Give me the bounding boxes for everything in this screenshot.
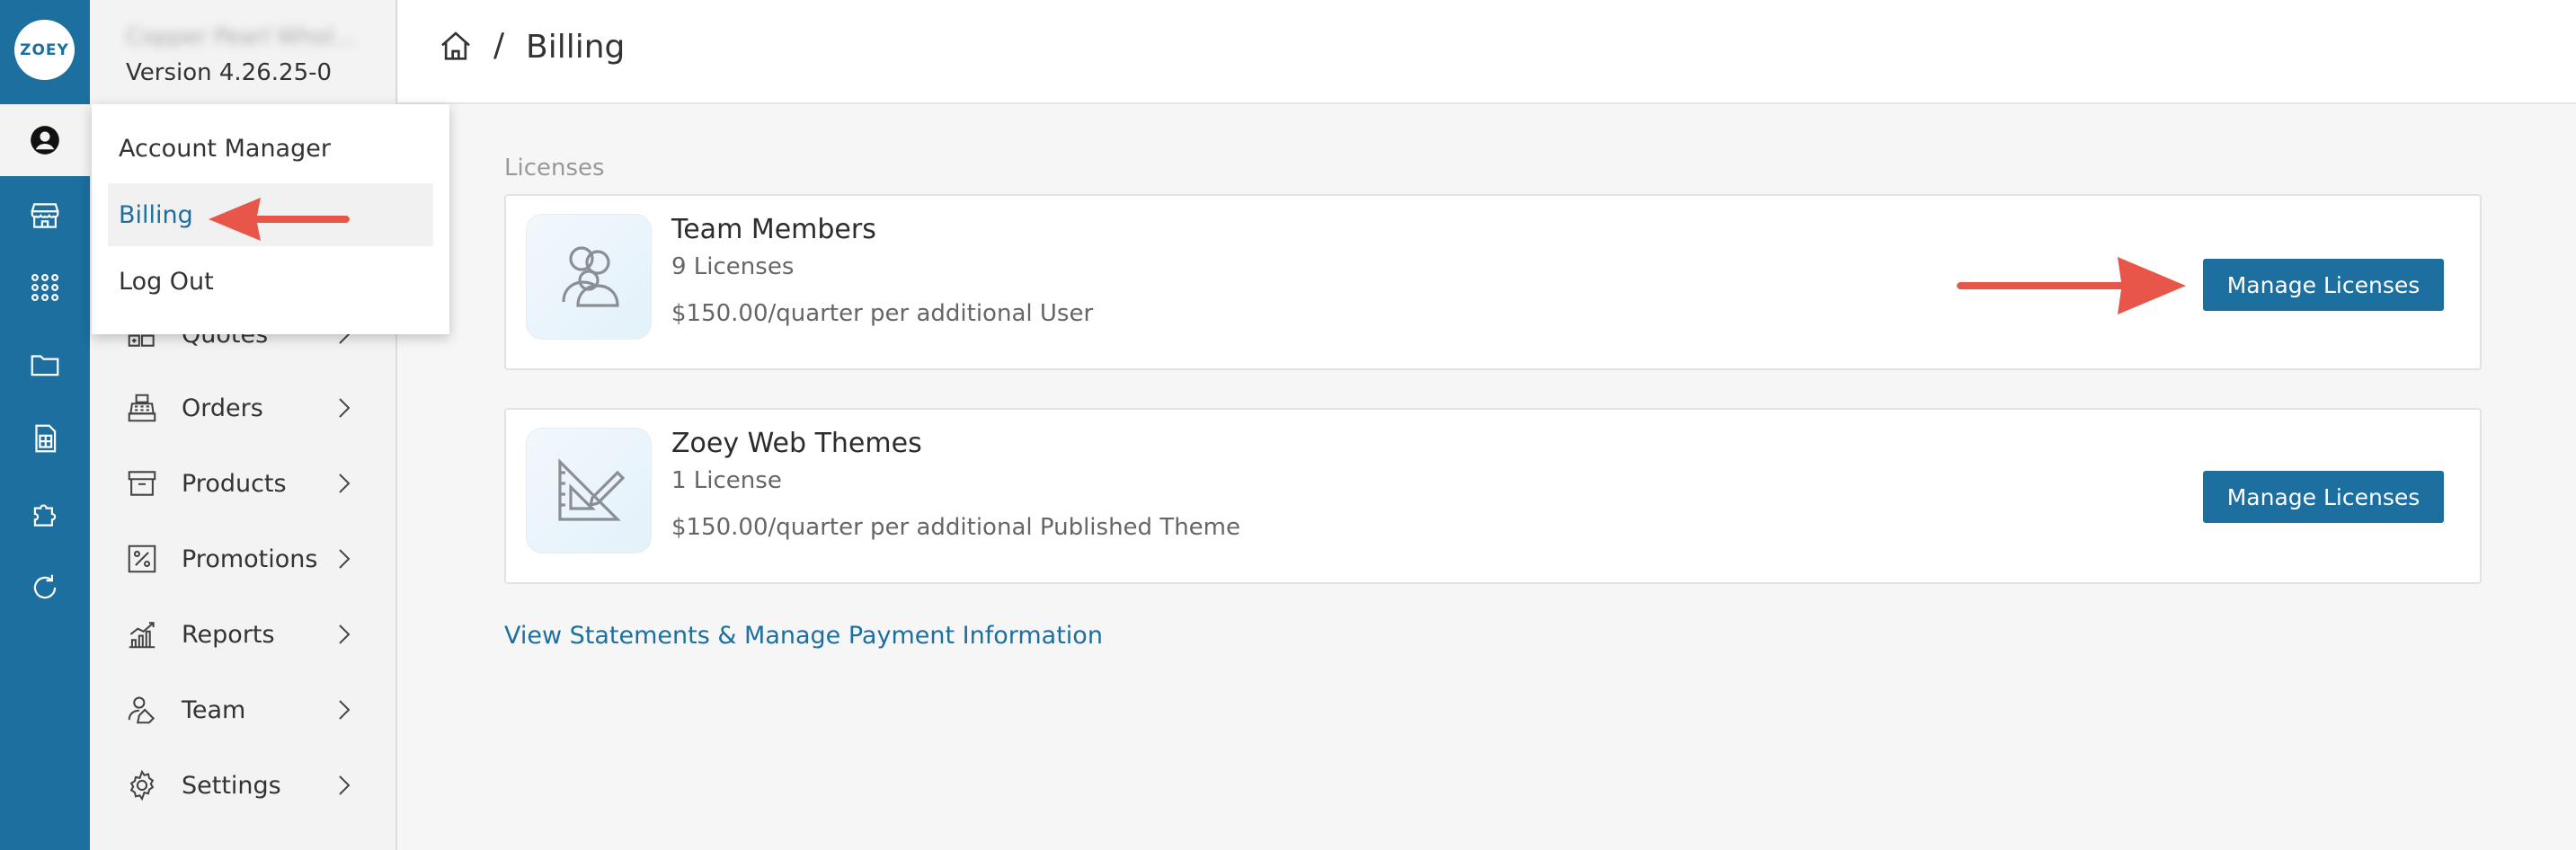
view-statements-link[interactable]: View Statements & Manage Payment Informa…	[504, 622, 1103, 650]
icon-rail: ZOEY	[0, 0, 90, 850]
header: / Billing	[398, 0, 2576, 104]
license-count: 1 License	[671, 467, 782, 494]
chevron-right-icon	[339, 474, 351, 493]
logo-text: ZOEY	[20, 40, 69, 59]
set-square-icon	[526, 428, 652, 553]
user-circle-icon[interactable]	[27, 122, 63, 158]
store-name: Copper Pearl Whol...	[126, 23, 355, 49]
storefront-icon[interactable]	[27, 198, 63, 234]
chevron-right-icon	[339, 624, 351, 644]
chevron-right-icon	[339, 700, 351, 720]
sidebar-item-label: Orders	[182, 394, 263, 422]
license-count: 9 Licenses	[671, 253, 795, 280]
sidebar-item-team[interactable]: Team	[90, 672, 397, 748]
sidebar-item-promotions[interactable]: Promotions	[90, 521, 397, 597]
license-card-web-themes: Zoey Web Themes 1 License $150.00/quarte…	[504, 408, 2482, 584]
sidebar-item-label: Reports	[182, 620, 275, 649]
chevron-right-icon	[339, 549, 351, 569]
license-price: $150.00/quarter per additional Published…	[671, 514, 1240, 541]
chevron-right-icon	[339, 398, 351, 418]
breadcrumb-separator: /	[493, 27, 505, 64]
menu-item-log-out[interactable]: Log Out	[108, 250, 433, 313]
bar-chart-icon	[124, 616, 160, 652]
team-icon	[124, 692, 160, 728]
sidebar-item-label: Promotions	[182, 545, 318, 573]
manage-licenses-button[interactable]: Manage Licenses	[2203, 471, 2444, 523]
sidebar-item-label: Products	[182, 469, 287, 498]
team-members-icon	[526, 214, 652, 340]
percent-icon	[124, 541, 160, 577]
sidebar-item-products[interactable]: Products	[90, 446, 397, 521]
puzzle-icon[interactable]	[27, 496, 63, 532]
license-title: Zoey Web Themes	[671, 428, 922, 459]
manage-licenses-button[interactable]: Manage Licenses	[2203, 259, 2444, 311]
sidebar-item-orders[interactable]: Orders	[90, 370, 397, 446]
spreadsheet-icon[interactable]	[27, 421, 63, 456]
annotation-arrow-left	[209, 198, 350, 241]
licenses-section-label: Licenses	[504, 155, 605, 182]
sidebar-item-label: Settings	[182, 771, 281, 800]
page-title: Billing	[526, 29, 626, 66]
sidebar-item-reports[interactable]: Reports	[90, 597, 397, 672]
gear-icon	[124, 767, 160, 803]
license-price: $150.00/quarter per additional User	[671, 300, 1094, 327]
version-label: Version 4.26.25-0	[126, 59, 333, 86]
box-icon	[124, 465, 160, 501]
chevron-right-icon	[339, 775, 351, 795]
apps-grid-icon[interactable]	[27, 270, 63, 305]
sidebar-item-label: Team	[182, 695, 246, 724]
license-title: Team Members	[671, 214, 876, 245]
annotation-arrow-right	[1957, 257, 2186, 314]
refresh-icon[interactable]	[27, 570, 63, 606]
folder-icon[interactable]	[27, 347, 63, 383]
zoey-logo[interactable]: ZOEY	[14, 20, 75, 80]
sidebar-item-settings[interactable]: Settings	[90, 748, 397, 823]
home-icon[interactable]	[438, 29, 474, 65]
cash-register-icon	[124, 390, 160, 426]
menu-item-account-manager[interactable]: Account Manager	[108, 117, 433, 180]
